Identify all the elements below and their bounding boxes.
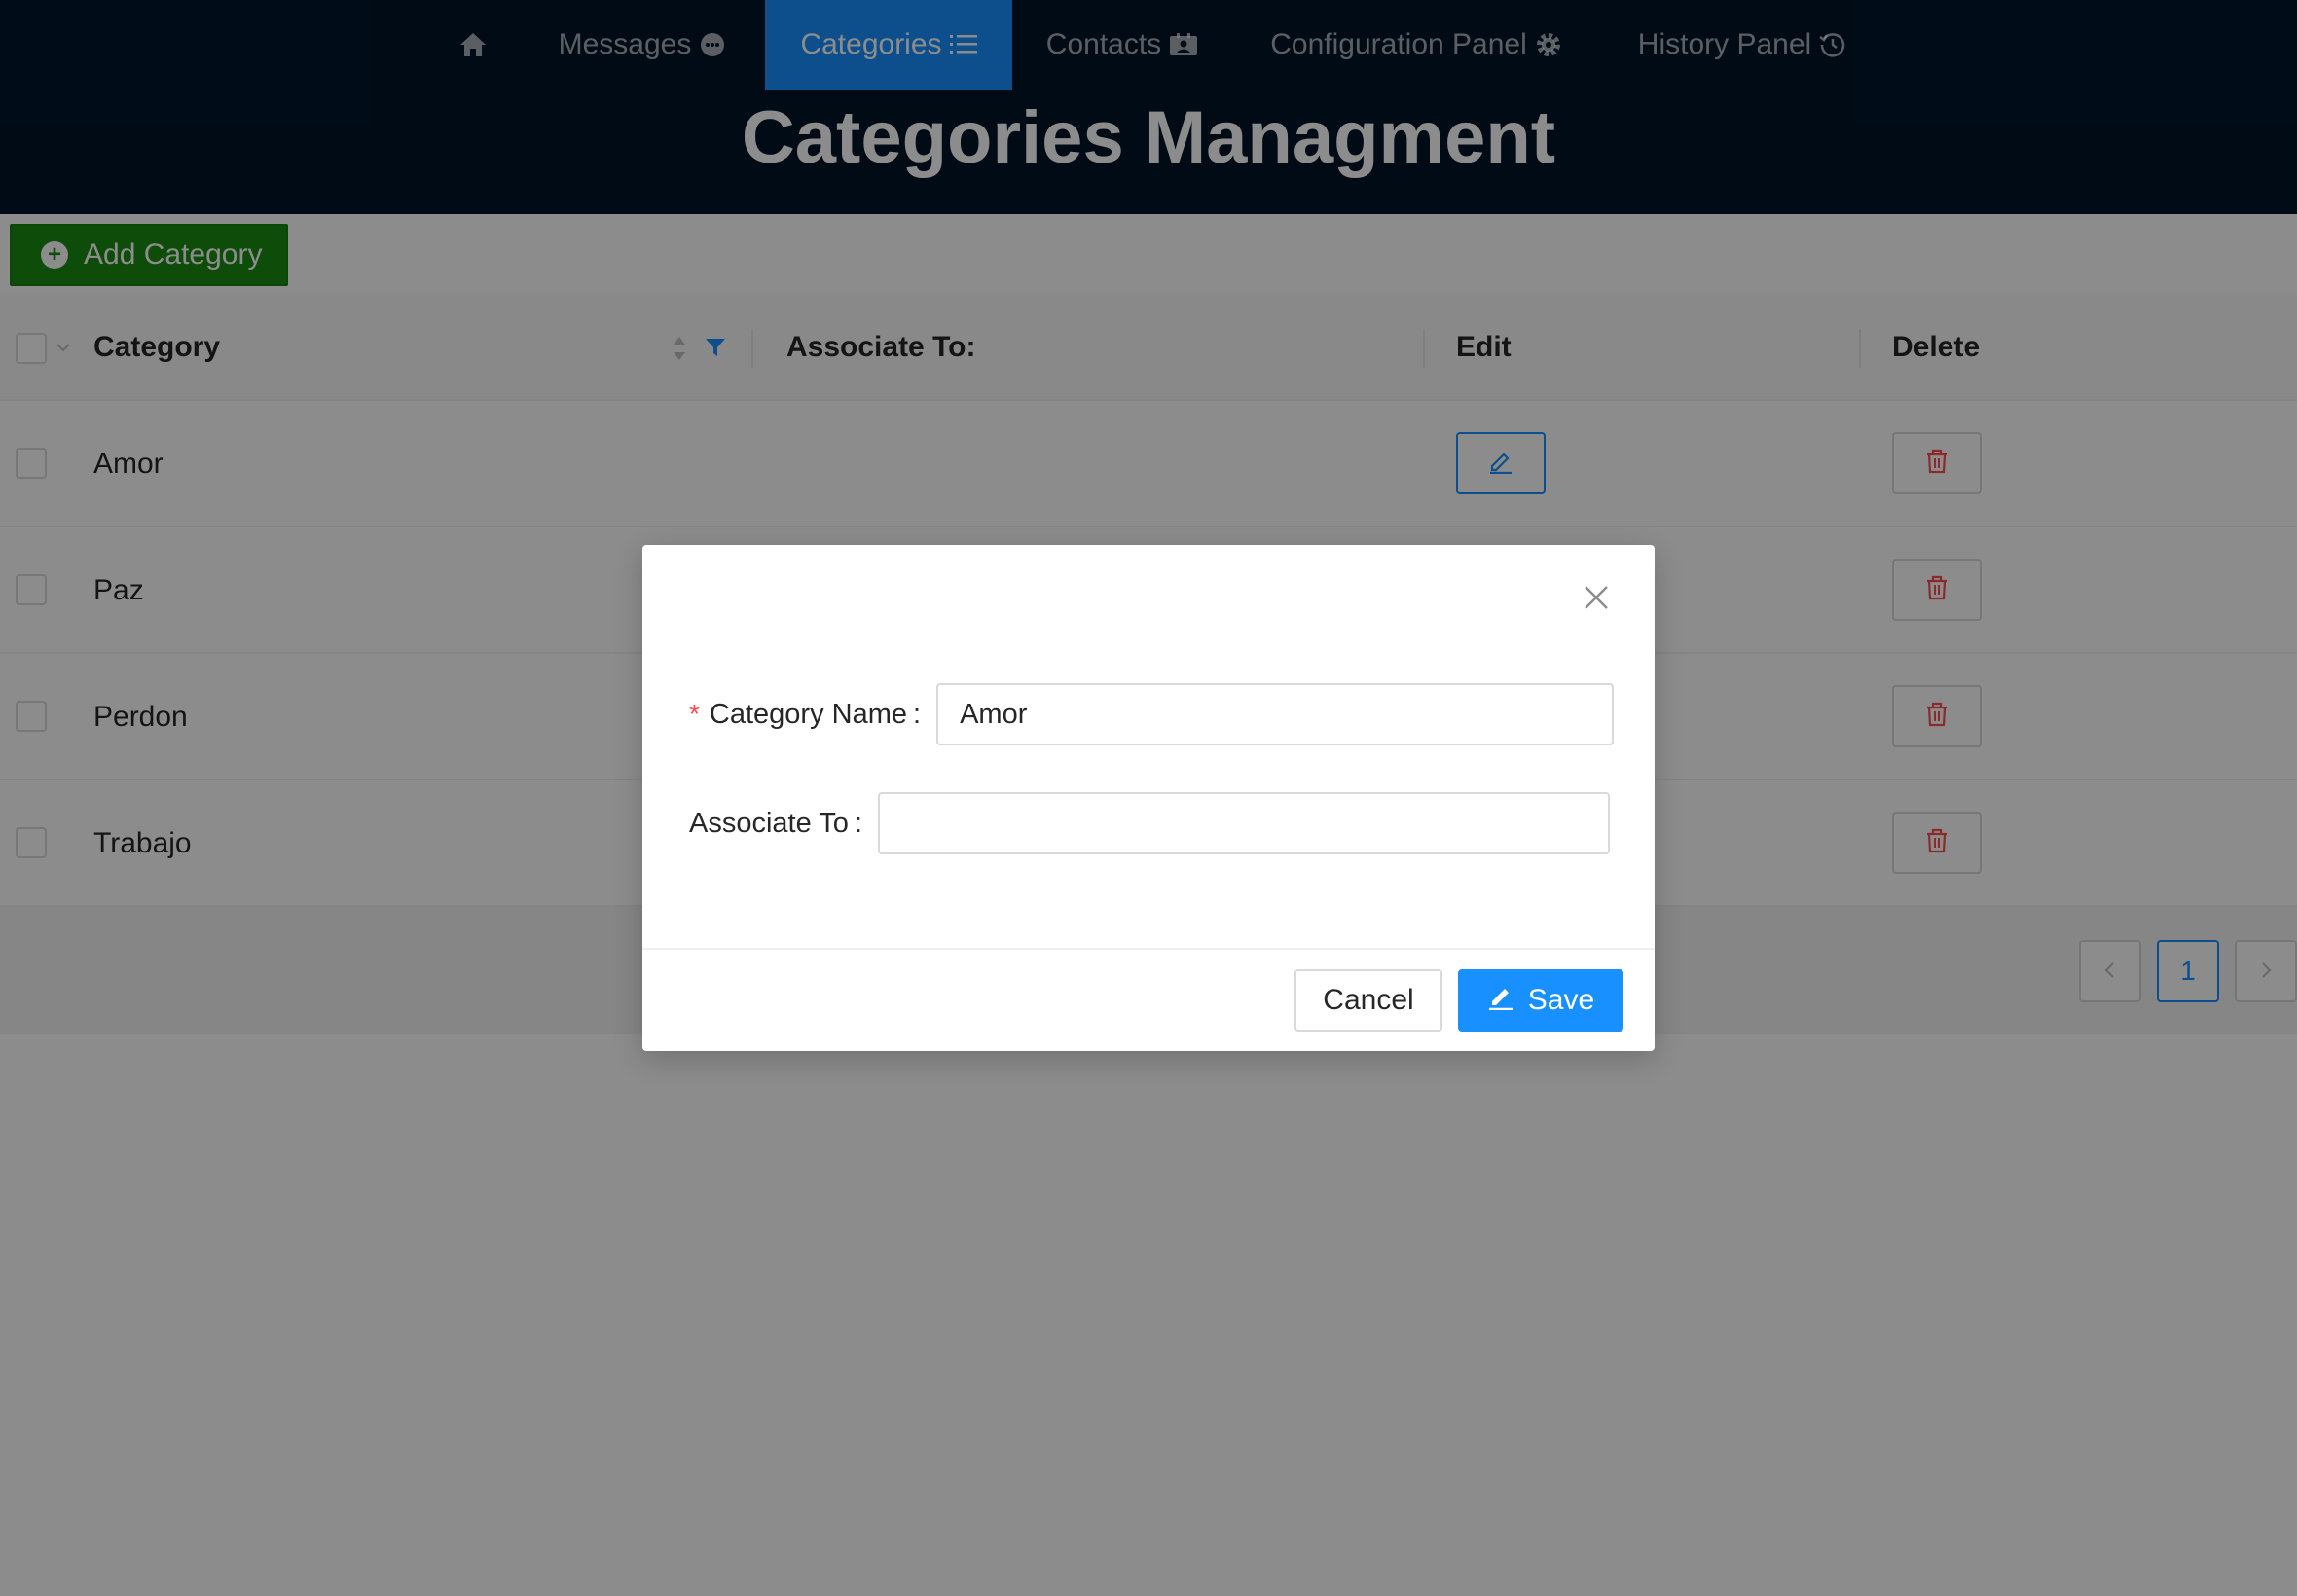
associate-to-label: Associate To: <box>689 807 862 839</box>
close-button[interactable] <box>1577 580 1616 619</box>
edit-icon <box>1487 983 1528 1018</box>
category-name-row: * Category Name: Amor <box>689 683 1615 745</box>
modal-footer: Cancel Save <box>642 948 1655 1051</box>
category-name-input[interactable]: Amor <box>936 683 1615 745</box>
associate-to-row: Associate To: <box>689 792 1610 854</box>
associate-to-input[interactable] <box>877 792 1610 854</box>
category-name-label: * Category Name: <box>689 698 922 730</box>
save-button[interactable]: Save <box>1458 969 1623 1032</box>
close-icon <box>1583 584 1610 616</box>
required-marker: * <box>689 698 700 729</box>
edit-category-modal: * Category Name: Amor Associate To: Cance… <box>642 545 1655 1051</box>
cancel-button[interactable]: Cancel <box>1294 969 1442 1032</box>
save-label: Save <box>1527 984 1595 1016</box>
